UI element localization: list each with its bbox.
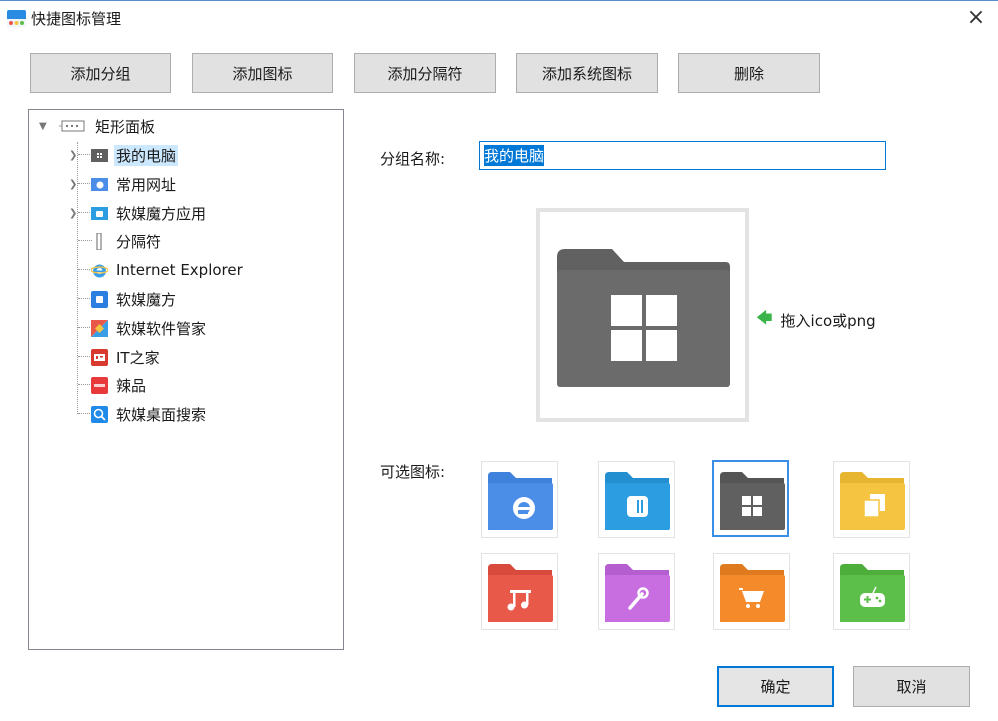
tree-item-ithome[interactable]: IT之家 — [91, 345, 162, 369]
search-icon — [91, 405, 108, 423]
tree-item-internet-explorer[interactable]: Internet Explorer — [91, 258, 245, 282]
tree-connector — [78, 327, 92, 328]
tree-item-lapin[interactable]: 辣品 — [91, 373, 148, 397]
cube-folder-icon — [605, 472, 670, 530]
shop-folder-icon — [720, 564, 785, 622]
computer-icon — [91, 148, 108, 162]
drop-hint-text: 拖入ico或png — [780, 312, 876, 330]
tree-item-label: 软媒魔方 — [116, 290, 177, 309]
game-folder-icon — [840, 564, 905, 622]
icon-option-windows[interactable] — [712, 460, 789, 537]
tree-item-label: 软媒魔方应用 — [116, 204, 207, 223]
delete-button[interactable]: 删除 — [678, 53, 820, 93]
music-folder-icon — [488, 564, 553, 622]
icon-option-music[interactable] — [481, 553, 558, 630]
tree-item-label: 辣品 — [116, 376, 147, 395]
group-name-value: 我的电脑 — [484, 145, 545, 166]
window-title: 快捷图标管理 — [31, 10, 122, 28]
separator-icon — [96, 232, 102, 250]
group-name-input[interactable]: 我的电脑 — [479, 141, 886, 170]
tree-item-label: 分隔符 — [116, 232, 162, 251]
app-icon — [7, 10, 26, 27]
tree-item-label: 软媒桌面搜索 — [116, 405, 207, 424]
tree-connector — [78, 240, 92, 241]
ithome-icon — [91, 348, 108, 366]
tree-root-label: 矩形面板 — [95, 117, 156, 136]
tree-connector — [78, 413, 92, 414]
tree-connector — [78, 183, 92, 184]
icon-option-game[interactable] — [833, 553, 910, 630]
add-icon-button[interactable]: 添加图标 — [192, 53, 333, 93]
title-bar: 快捷图标管理 × — [0, 0, 998, 37]
tree-item-cube-apps[interactable]: 软媒魔方应用 — [91, 201, 208, 225]
ie-folder-icon — [488, 472, 553, 530]
arrow-left-icon: 🡄 — [756, 308, 773, 327]
software-manager-icon — [91, 319, 108, 337]
tree-item-my-computer[interactable]: 我的电脑 — [91, 143, 179, 167]
icon-option-shop[interactable] — [713, 553, 790, 630]
optional-icons-label: 可选图标: — [380, 463, 446, 481]
expand-arrow-icon[interactable]: ❯ — [69, 150, 77, 161]
tree-item-label: 软媒软件管家 — [116, 319, 207, 338]
tree-item-label: 我的电脑 — [114, 144, 179, 166]
collapse-arrow-icon[interactable]: ▼ — [39, 121, 47, 132]
add-group-button[interactable]: 添加分组 — [30, 53, 171, 93]
icon-tree[interactable]: ▼ 矩形面板 ❯ 我的电脑 ❯ 常用网址 ❯ 软媒魔方应用 分隔符 Intern… — [28, 109, 344, 650]
expand-arrow-icon[interactable]: ❯ — [69, 179, 77, 190]
ok-button[interactable]: 确定 — [717, 666, 834, 707]
expand-arrow-icon[interactable]: ❯ — [69, 208, 77, 219]
tree-connector — [78, 212, 92, 213]
browser-icon — [91, 177, 108, 191]
add-separator-button[interactable]: 添加分隔符 — [354, 53, 496, 93]
ie-icon — [91, 264, 108, 277]
lapin-icon — [91, 376, 108, 394]
icon-option-ie[interactable] — [481, 461, 558, 538]
group-name-label: 分组名称: — [380, 150, 446, 168]
close-icon[interactable]: × — [964, 7, 988, 31]
drop-hint: 🡄 拖入ico或png — [756, 307, 876, 334]
windows-folder-icon — [720, 472, 785, 530]
tree-connector — [78, 384, 92, 385]
windows-folder-icon — [557, 249, 730, 387]
tree-connector — [78, 356, 92, 357]
add-system-icon-button[interactable]: 添加系统图标 — [516, 53, 658, 93]
tools-folder-icon — [605, 564, 670, 622]
icon-option-copy[interactable] — [833, 461, 910, 538]
tree-item-label: Internet Explorer — [116, 261, 243, 279]
cube-icon — [91, 290, 108, 308]
tree-item-separator[interactable]: 分隔符 — [91, 229, 163, 253]
icon-option-cube[interactable] — [598, 461, 675, 538]
tree-item-common-sites[interactable]: 常用网址 — [91, 172, 178, 196]
tree-item-cube[interactable]: 软媒魔方 — [91, 287, 178, 311]
tree-item-label: 常用网址 — [116, 175, 177, 194]
icon-option-tools[interactable] — [598, 553, 675, 630]
tree-connector — [78, 269, 92, 270]
tree-connector — [78, 298, 92, 299]
cancel-button[interactable]: 取消 — [853, 666, 970, 707]
tree-item-desktop-search[interactable]: 软媒桌面搜索 — [91, 402, 208, 426]
tree-item-software-manager[interactable]: 软媒软件管家 — [91, 316, 208, 340]
panel-icon — [59, 120, 85, 132]
copy-folder-icon — [840, 472, 905, 530]
tree-connector — [78, 154, 92, 155]
cube-icon — [91, 206, 108, 220]
icon-preview[interactable] — [536, 208, 749, 422]
tree-root[interactable]: 矩形面板 — [59, 114, 157, 138]
tree-item-label: IT之家 — [116, 348, 160, 367]
